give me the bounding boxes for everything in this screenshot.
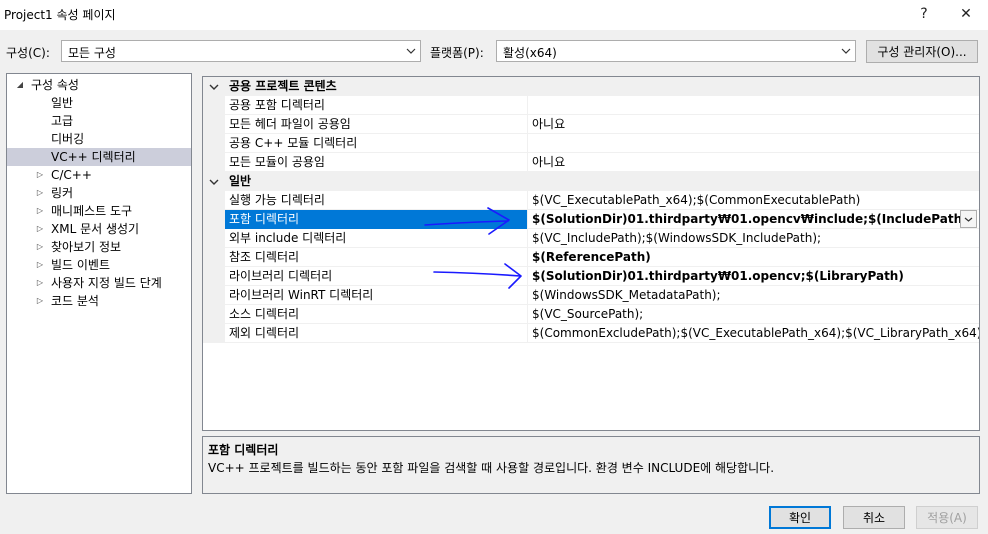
tree-item-config-properties[interactable]: ◢ 구성 속성: [7, 76, 191, 94]
property-row[interactable]: 공용 포함 디렉터리: [203, 96, 979, 115]
property-grid: 공용 프로젝트 콘텐츠 공용 포함 디렉터리 모든 헤더 파일이 공용임 아니요…: [202, 76, 980, 431]
config-manager-button[interactable]: 구성 관리자(O)...: [866, 40, 978, 63]
property-value[interactable]: $(SolutionDir)01.thirdparty₩01.opencv;$(…: [529, 267, 979, 286]
property-name: 모든 모듈이 공용임: [225, 153, 528, 172]
chevron-down-icon[interactable]: [207, 77, 221, 96]
property-row[interactable]: 모든 모듈이 공용임 아니요: [203, 153, 979, 172]
description-title: 포함 디렉터리: [208, 443, 279, 457]
expanded-icon[interactable]: ◢: [14, 76, 26, 94]
property-name: 포함 디렉터리: [225, 210, 528, 229]
config-label: 구성(C):: [6, 46, 50, 60]
category-public-project-content[interactable]: 공용 프로젝트 콘텐츠: [203, 77, 979, 96]
close-button[interactable]: ✕: [946, 0, 986, 28]
property-value[interactable]: 아니요: [529, 153, 979, 172]
property-tree: ◢ 구성 속성 일반 고급 디버깅 VC++ 디렉터리 ▷ C/C++ ▷ 링커…: [6, 73, 192, 494]
property-name: 소스 디렉터리: [225, 305, 528, 324]
property-name: 라이브러리 디렉터리: [225, 267, 528, 286]
property-row[interactable]: 실행 가능 디렉터리 $(VC_ExecutablePath_x64);$(Co…: [203, 191, 979, 210]
tree-item-vc-directories[interactable]: VC++ 디렉터리: [7, 148, 191, 166]
tree-item-advanced[interactable]: 고급: [7, 112, 191, 130]
collapsed-icon[interactable]: ▷: [34, 292, 46, 310]
collapsed-icon[interactable]: ▷: [34, 274, 46, 292]
tree-item-debugging[interactable]: 디버깅: [7, 130, 191, 148]
property-name: 모든 헤더 파일이 공용임: [225, 115, 528, 134]
tree-item-manifest-tool[interactable]: ▷ 매니페스트 도구: [7, 202, 191, 220]
collapsed-icon[interactable]: ▷: [34, 220, 46, 238]
property-row[interactable]: 외부 include 디렉터리 $(VC_IncludePath);$(Wind…: [203, 229, 979, 248]
chevron-down-icon: [402, 41, 420, 61]
property-value[interactable]: $(VC_SourcePath);: [529, 305, 979, 324]
property-value[interactable]: $(VC_IncludePath);$(WindowsSDK_IncludePa…: [529, 229, 979, 248]
property-row[interactable]: 라이브러리 WinRT 디렉터리 $(WindowsSDK_MetadataPa…: [203, 286, 979, 305]
title-bar: Project1 속성 페이지 ? ✕: [0, 0, 988, 30]
chevron-down-icon: [837, 41, 855, 61]
tree-item-code-analysis[interactable]: ▷ 코드 분석: [7, 292, 191, 310]
chevron-down-icon[interactable]: [960, 210, 977, 228]
property-name: 외부 include 디렉터리: [225, 229, 528, 248]
property-value[interactable]: $(ReferencePath): [529, 248, 979, 267]
apply-button[interactable]: 적용(A): [916, 506, 978, 529]
collapsed-icon[interactable]: ▷: [34, 184, 46, 202]
property-row[interactable]: 참조 디렉터리 $(ReferencePath): [203, 248, 979, 267]
property-row[interactable]: 소스 디렉터리 $(VC_SourcePath);: [203, 305, 979, 324]
collapsed-icon[interactable]: ▷: [34, 202, 46, 220]
collapsed-icon[interactable]: ▷: [34, 256, 46, 274]
cancel-button[interactable]: 취소: [843, 506, 905, 529]
property-value[interactable]: [529, 134, 979, 153]
ok-button[interactable]: 확인: [769, 506, 831, 529]
property-row[interactable]: 제외 디렉터리 $(CommonExcludePath);$(VC_Execut…: [203, 324, 979, 343]
property-value[interactable]: $(SolutionDir)01.thirdparty₩01.opencv₩in…: [529, 210, 979, 229]
description-panel: 포함 디렉터리 VC++ 프로젝트를 빌드하는 동안 포함 파일을 검색할 때 …: [202, 436, 980, 494]
config-select[interactable]: 모든 구성: [61, 40, 421, 62]
property-value[interactable]: 아니요: [529, 115, 979, 134]
property-value[interactable]: [529, 96, 979, 115]
property-value[interactable]: $(CommonExcludePath);$(VC_ExecutablePath…: [529, 324, 979, 343]
config-value: 모든 구성: [68, 46, 116, 60]
tree-item-general[interactable]: 일반: [7, 94, 191, 112]
help-button[interactable]: ?: [904, 0, 944, 28]
window-title: Project1 속성 페이지: [4, 8, 116, 22]
property-value[interactable]: $(VC_ExecutablePath_x64);$(CommonExecuta…: [529, 191, 979, 210]
tree-item-xml-doc-generator[interactable]: ▷ XML 문서 생성기: [7, 220, 191, 238]
chevron-down-icon[interactable]: [207, 172, 221, 191]
category-general[interactable]: 일반: [203, 172, 979, 191]
property-name: 실행 가능 디렉터리: [225, 191, 528, 210]
property-name: 공용 C++ 모듈 디렉터리: [225, 134, 528, 153]
property-row-library-directories[interactable]: 라이브러리 디렉터리 $(SolutionDir)01.thirdparty₩0…: [203, 267, 979, 286]
collapsed-icon[interactable]: ▷: [34, 238, 46, 256]
tree-item-linker[interactable]: ▷ 링커: [7, 184, 191, 202]
platform-label: 플랫폼(P):: [430, 46, 484, 60]
collapsed-icon[interactable]: ▷: [34, 166, 46, 184]
platform-value: 활성(x64): [503, 46, 557, 60]
property-name: 공용 포함 디렉터리: [225, 96, 528, 115]
description-text: VC++ 프로젝트를 빌드하는 동안 포함 파일을 검색할 때 사용할 경로입니…: [208, 461, 775, 475]
property-row-include-directories[interactable]: 포함 디렉터리 $(SolutionDir)01.thirdparty₩01.o…: [203, 210, 979, 229]
tree-item-build-events[interactable]: ▷ 빌드 이벤트: [7, 256, 191, 274]
tree-item-browse-info[interactable]: ▷ 찾아보기 정보: [7, 238, 191, 256]
property-value[interactable]: $(WindowsSDK_MetadataPath);: [529, 286, 979, 305]
tree-item-custom-build-step[interactable]: ▷ 사용자 지정 빌드 단계: [7, 274, 191, 292]
property-name: 제외 디렉터리: [225, 324, 528, 343]
property-name: 참조 디렉터리: [225, 248, 528, 267]
tree-item-c-cpp[interactable]: ▷ C/C++: [7, 166, 191, 184]
property-row[interactable]: 모든 헤더 파일이 공용임 아니요: [203, 115, 979, 134]
platform-select[interactable]: 활성(x64): [496, 40, 856, 62]
property-name: 라이브러리 WinRT 디렉터리: [225, 286, 528, 305]
property-row[interactable]: 공용 C++ 모듈 디렉터리: [203, 134, 979, 153]
